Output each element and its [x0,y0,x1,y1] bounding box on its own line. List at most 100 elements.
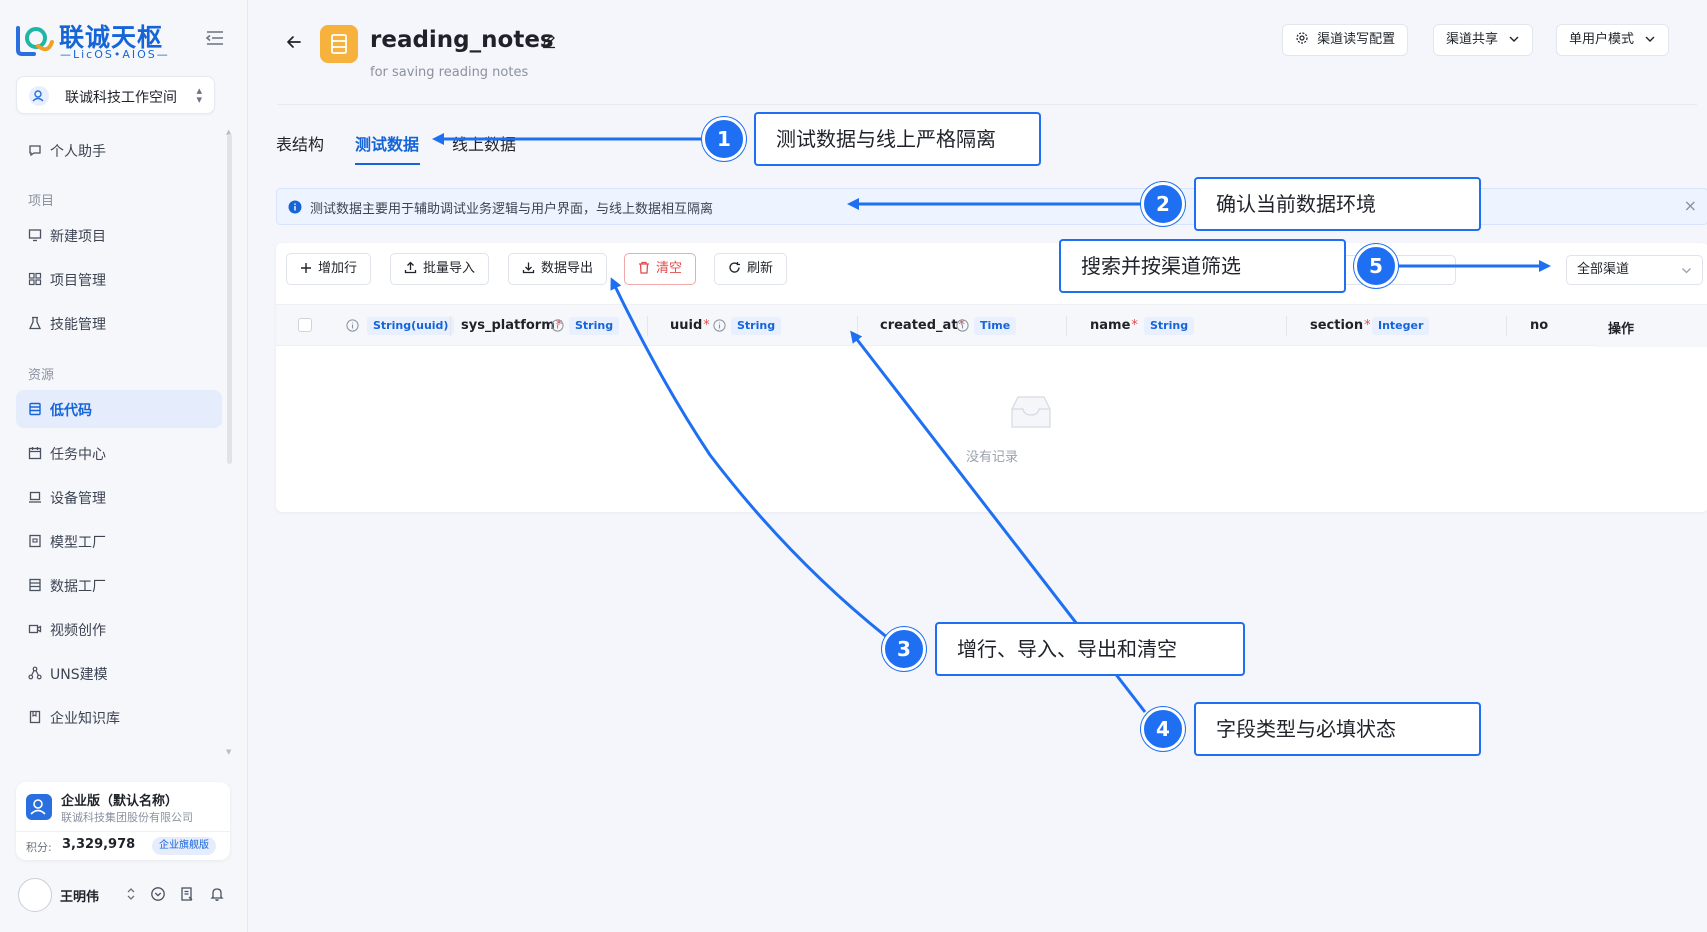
nav-item-model-factory[interactable]: 模型工厂 [16,522,222,560]
annotation-number-3: 3 [882,627,926,671]
nav-item-lowcode[interactable]: 低代码 [16,390,222,428]
info-circle-icon[interactable] [713,319,726,332]
monitor-icon [28,229,42,242]
sidebar-scrollbar[interactable] [227,134,232,464]
column-separator[interactable] [1506,316,1507,336]
plan-badge: 企业旗舰版 [152,837,216,855]
edit-pencil-icon[interactable] [541,33,557,49]
back-arrow-icon[interactable] [284,32,304,52]
org-company: 联诚科技集团股份有限公司 [61,811,193,824]
nav-label: 模型工厂 [50,535,106,551]
nav-label: 个人助手 [50,144,106,160]
nav-label: 技能管理 [50,317,106,333]
nav-item-project-manage[interactable]: 项目管理 [16,260,222,298]
nav-label: 数据工厂 [50,579,106,595]
workspace-label: 联诚科技工作空间 [65,90,177,106]
annotation-callout-1: 测试数据与线上严格隔离 [754,112,1041,166]
user-mode-dropdown[interactable]: 单用户模式 [1556,24,1670,56]
tab-online-data[interactable]: 线上数据 [452,131,516,155]
sidebar: 联诚天枢 —LicOS•AIOS— 联诚科技工作空间 ▴ ▾ 个人助手 项目 新建… [0,0,248,932]
nav-section-project: 项目 [28,194,55,209]
workspace-select[interactable]: 联诚科技工作空间 ▴ ▾ [16,76,215,114]
info-icon [288,200,302,214]
column-name: section* [1310,318,1371,333]
document-icon[interactable] [179,886,195,902]
export-data-button[interactable]: 数据导出 [508,253,608,285]
nav-item-task-center[interactable]: 任务中心 [16,434,222,472]
channel-filter-select[interactable]: 全部渠道 [1566,255,1703,285]
batch-import-button[interactable]: 批量导入 [390,253,490,285]
annotation-callout-3: 增行、导入、导出和清空 [935,622,1245,676]
type-badge: String [1144,317,1195,335]
collapse-sidebar-icon[interactable] [204,28,226,48]
type-badge: String [569,317,620,335]
nav-label: UNS建模 [50,667,108,683]
updown-chevron-icon[interactable] [123,886,139,902]
chevron-down-icon [1509,36,1519,42]
channel-config-label: 渠道读写配置 [1317,32,1396,47]
gear-icon [1296,32,1308,44]
tab-schema[interactable]: 表结构 [276,131,324,155]
column-separator[interactable] [647,316,648,336]
data-panel: 增加行 批量导入 数据导出 清空 刷新 全部渠道 String(uuid) sy… [276,243,1707,512]
column-separator[interactable] [1286,316,1287,336]
refresh-icon [729,262,740,273]
plus-icon [301,263,311,273]
column-separator[interactable] [857,316,858,336]
select-all-checkbox[interactable] [298,318,312,332]
channel-config-button[interactable]: 渠道读写配置 [1282,24,1409,56]
channel-share-label: 渠道共享 [1446,32,1499,47]
nav-item-assistant[interactable]: 个人助手 [16,131,222,169]
nav-item-knowledge-base[interactable]: 企业知识库 [16,698,222,736]
column-name: created_at* [880,318,965,333]
actions-column-header: 操作 [1596,305,1707,347]
nav-section-resource: 资源 [28,368,55,383]
scroll-down-icon[interactable]: ▼ [226,748,231,756]
channel-share-dropdown[interactable]: 渠道共享 [1433,24,1534,56]
trash-icon [639,261,649,274]
refresh-button[interactable]: 刷新 [714,253,788,285]
info-circle-icon[interactable] [346,319,359,332]
chat-icon [29,145,41,157]
nav-item-new-project[interactable]: 新建项目 [16,216,222,254]
add-row-button[interactable]: 增加行 [286,253,372,285]
nav-item-uns-modeling[interactable]: UNS建模 [16,654,222,692]
calendar-icon [28,447,42,460]
info-text: 测试数据主要用于辅助调试业务逻辑与用户界面，与线上数据相互隔离 [310,202,714,217]
batch-import-label: 批量导入 [423,261,476,276]
nav-item-data-factory[interactable]: 数据工厂 [16,566,222,604]
table-header: String(uuid) sys_platform* String uuid* … [276,304,1707,347]
column-separator[interactable] [1066,316,1067,336]
annotation-callout-4: 字段类型与必填状态 [1194,702,1481,756]
flask-icon [28,316,42,330]
org-icon [26,794,52,820]
page-subtitle: for saving reading notes [370,65,529,80]
annotation-number-5: 5 [1354,244,1398,288]
clear-button[interactable]: 清空 [624,253,697,285]
column-name: no [1530,318,1549,333]
empty-inbox-icon [1011,396,1051,428]
info-circle-icon[interactable] [956,319,969,332]
table-file-icon [320,25,358,63]
brand-logo[interactable]: 联诚天枢 —LicOS•AIOS— [14,18,184,62]
workspace-avatar-icon [29,86,49,106]
column-name: name* [1090,318,1138,333]
upload-icon [404,261,417,274]
column-separator[interactable] [450,316,451,336]
nav-item-video-create[interactable]: 视频创作 [16,610,222,648]
nav-item-device-manage[interactable]: 设备管理 [16,478,222,516]
points-label: 积分: [26,841,52,854]
annotation-number-4: 4 [1141,707,1185,751]
status-check-icon[interactable] [150,886,166,902]
nav-item-skill-manage[interactable]: 技能管理 [16,304,222,342]
bell-icon[interactable] [209,886,225,902]
column-name: uuid* [670,318,710,333]
video-icon [28,624,42,634]
tab-test-data[interactable]: 测试数据 [355,131,419,155]
close-icon[interactable]: × [1684,196,1697,215]
info-circle-icon[interactable] [551,319,564,332]
required-mark: * [703,318,710,333]
org-card[interactable]: 企业版（默认名称） 联诚科技集团股份有限公司 积分: 3,329,978 企业旗… [16,782,230,860]
nav-label: 项目管理 [50,273,106,289]
user-avatar[interactable] [18,878,52,912]
